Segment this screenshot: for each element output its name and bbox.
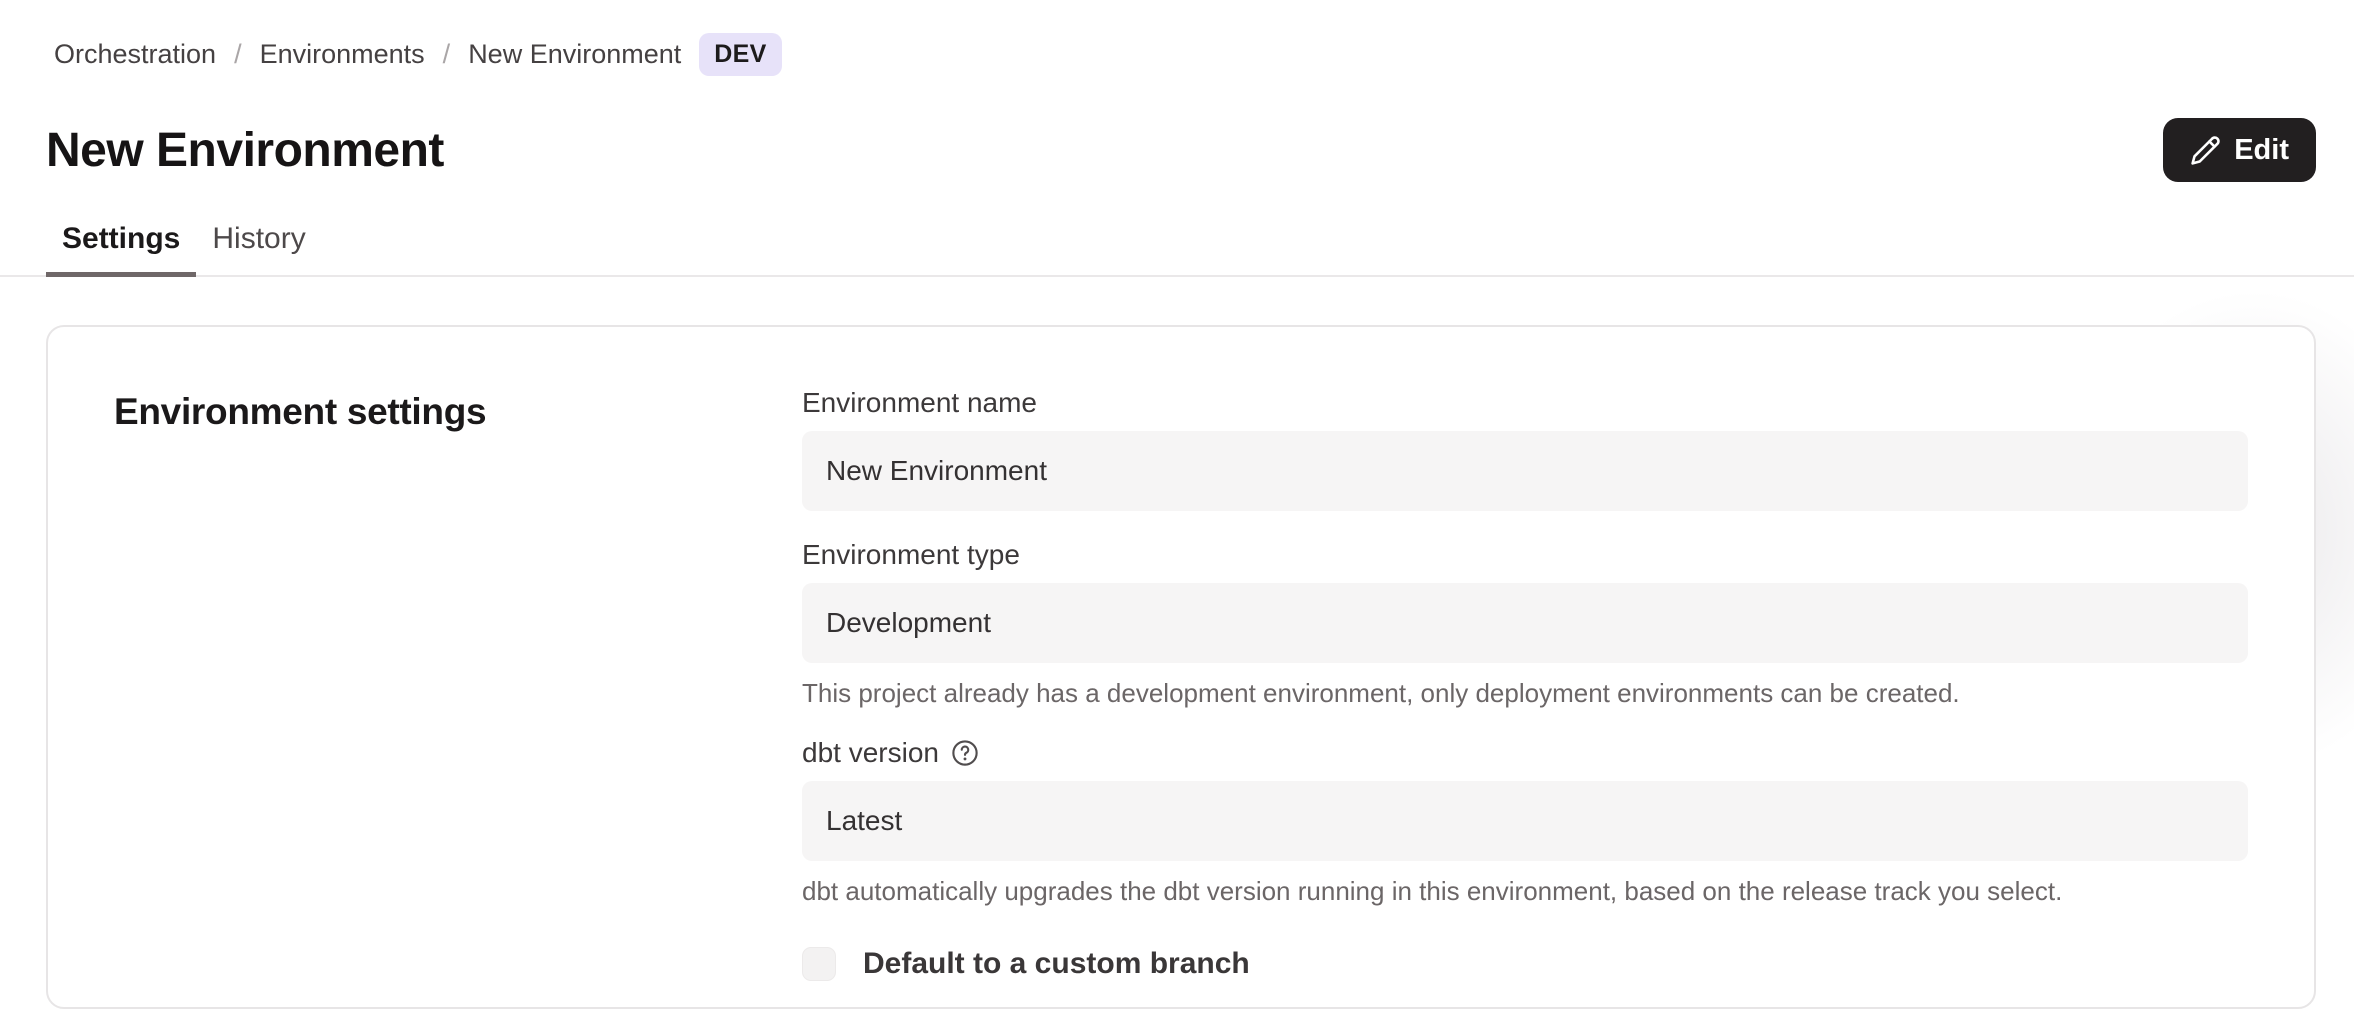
environment-type-label: Environment type (802, 539, 2248, 571)
breadcrumb-separator: / (234, 39, 242, 70)
environment-type-label-text: Environment type (802, 539, 1020, 571)
card-form-column: Environment name New Environment Environ… (802, 387, 2248, 947)
breadcrumb-item-environments[interactable]: Environments (260, 39, 425, 70)
page-header: New Environment Edit (46, 118, 2316, 182)
environment-settings-page: Orchestration / Environments / New Envir… (0, 0, 2354, 1020)
breadcrumb-separator: / (443, 39, 451, 70)
environment-type-help-text: This project already has a development e… (802, 678, 2248, 709)
page-title: New Environment (46, 123, 444, 178)
custom-branch-checkbox[interactable] (802, 947, 836, 981)
breadcrumb-item-orchestration[interactable]: Orchestration (54, 39, 216, 70)
field-environment-name: Environment name New Environment (802, 387, 2248, 511)
card-heading-column: Environment settings (114, 387, 802, 947)
dbt-version-select[interactable]: Latest (802, 781, 2248, 861)
edit-button-label: Edit (2234, 134, 2289, 167)
breadcrumb: Orchestration / Environments / New Envir… (0, 0, 2354, 76)
tab-history[interactable]: History (196, 222, 321, 277)
pencil-icon (2190, 135, 2221, 166)
field-environment-type: Environment type Development This projec… (802, 539, 2248, 709)
field-dbt-version: dbt version Latest dbt automatically upg… (802, 737, 2248, 907)
environment-name-label-text: Environment name (802, 387, 1037, 419)
environment-name-label: Environment name (802, 387, 2248, 419)
environment-settings-card: Environment settings Environment name Ne… (46, 325, 2316, 1009)
dbt-version-help-text: dbt automatically upgrades the dbt versi… (802, 876, 2248, 907)
dbt-version-label: dbt version (802, 737, 2248, 769)
breadcrumb-item-new-environment: New Environment (468, 39, 681, 70)
edit-button[interactable]: Edit (2163, 118, 2316, 182)
card-heading: Environment settings (114, 387, 802, 433)
question-circle-icon[interactable] (950, 738, 980, 768)
dev-environment-badge: DEV (699, 33, 781, 76)
dbt-version-label-text: dbt version (802, 737, 939, 769)
custom-branch-label[interactable]: Default to a custom branch (863, 947, 1250, 981)
tab-settings[interactable]: Settings (46, 222, 196, 277)
tab-bar: Settings History (0, 222, 2354, 277)
environment-type-select[interactable]: Development (802, 583, 2248, 663)
custom-branch-row: Default to a custom branch (802, 947, 2248, 981)
environment-name-input[interactable]: New Environment (802, 431, 2248, 511)
